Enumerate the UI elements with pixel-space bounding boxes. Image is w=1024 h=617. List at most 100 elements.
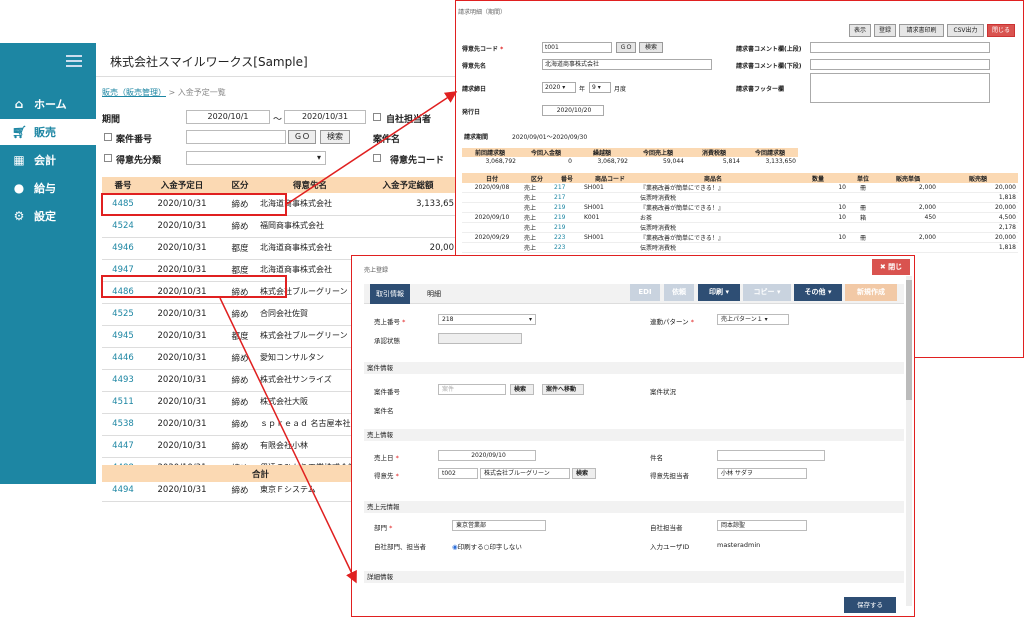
edi-button[interactable]: EDI (630, 284, 660, 301)
own-staff-checkbox[interactable] (373, 113, 381, 121)
case-search-button[interactable]: 検索 (510, 384, 534, 395)
search-button[interactable]: 検索 (320, 130, 350, 144)
show-button[interactable]: 表示 (849, 24, 871, 37)
tab-transaction[interactable]: 取引情報 (370, 284, 410, 304)
col-header-date[interactable]: 入金予定日 (144, 177, 220, 193)
request-button[interactable]: 依頼 (664, 284, 694, 301)
case-move-button[interactable]: 案件へ移動 (542, 384, 584, 395)
close-button[interactable]: 閉じる (987, 24, 1015, 37)
search-button[interactable]: 検索 (639, 42, 663, 53)
dept-label: 部門 * (374, 522, 392, 532)
detail-cell: SH001 (582, 183, 638, 193)
detail-cell[interactable]: 223 (552, 242, 582, 253)
table-row[interactable]: 4524 2020/10/31 締め 福岡商事株式会社 (102, 215, 456, 238)
other-button[interactable]: その他 ▾ (794, 284, 842, 301)
cell-number[interactable]: 4447 (102, 435, 144, 458)
new-button[interactable]: 新規作成 (845, 284, 897, 301)
print-button[interactable]: 印刷 ▾ (698, 284, 740, 301)
sidebar-item-home[interactable]: ⌂ ホーム (0, 91, 96, 117)
footer-textarea[interactable] (810, 73, 990, 103)
col-header-type[interactable]: 区分 (220, 177, 260, 193)
label-text: 売上日 (374, 454, 394, 462)
sale-date-input[interactable]: 2020/09/10 (438, 450, 536, 461)
detail-row: 売上 217 伝票時消費税 1,818 (462, 192, 1018, 203)
own-staff-input[interactable]: 岡本諒聖 (717, 520, 807, 531)
issue-date-input[interactable]: 2020/10/20 (542, 105, 604, 116)
required-mark: * (387, 524, 393, 532)
cell-number[interactable]: 4446 (102, 347, 144, 370)
print-invoice-button[interactable]: 請求書印刷 (899, 24, 944, 37)
detail-cell: 冊 (848, 202, 878, 213)
save-button[interactable]: 保存する (844, 597, 896, 613)
detail-header: 商品名 (638, 173, 788, 183)
breadcrumb-link[interactable]: 販売（販売管理） (102, 88, 166, 97)
detail-cell: 20,000 (938, 183, 1018, 193)
cell-number[interactable]: 4494 (102, 479, 144, 502)
period-from-input[interactable]: 2020/10/1 (186, 110, 270, 124)
go-button[interactable]: ＧＯ (616, 42, 636, 53)
go-button[interactable]: ＧＯ (288, 130, 316, 144)
customer-code-input[interactable]: t001 (542, 42, 612, 53)
detail-cell: 伝票時消費税 (638, 242, 788, 253)
comment-top-input[interactable] (810, 42, 990, 53)
sale-date-label: 売上日 * (374, 452, 399, 462)
cell-number[interactable]: 4511 (102, 391, 144, 414)
customer-code-checkbox[interactable] (373, 154, 381, 162)
comment-bottom-input[interactable] (810, 59, 990, 70)
cell-number[interactable]: 4945 (102, 325, 144, 348)
detail-cell[interactable]: 219 (552, 222, 582, 233)
col-header-number[interactable]: 番号 (102, 177, 144, 193)
customer-search-button[interactable]: 検索 (572, 468, 596, 479)
detail-cell[interactable]: 217 (552, 192, 582, 203)
detail-cell (788, 192, 848, 203)
detail-cell: 2,000 (878, 202, 938, 213)
sidebar-item-sales[interactable]: 🛒︎ 販売 (0, 119, 96, 145)
case-no-input[interactable]: 案件 (438, 384, 506, 395)
cell-number[interactable]: 4946 (102, 237, 144, 260)
detail-cell[interactable]: 219 (552, 212, 582, 223)
register-button[interactable]: 登録 (874, 24, 896, 37)
sidebar-item-payroll[interactable]: ● 給与 (0, 175, 96, 201)
detail-cell: 売上 (522, 192, 552, 203)
customer-name-input[interactable]: 北海道商事株式会社 (542, 59, 712, 70)
cell-number[interactable]: 4493 (102, 369, 144, 392)
sale-no-select[interactable]: 218 ▾ (438, 314, 536, 325)
month-select[interactable]: 9 ▾ (589, 82, 611, 93)
csv-export-button[interactable]: CSV出力 (947, 24, 984, 37)
case-no-checkbox[interactable] (104, 133, 112, 141)
cell-number[interactable]: 4525 (102, 303, 144, 326)
menu-icon[interactable] (66, 55, 82, 67)
sidebar-item-settings[interactable]: ⚙ 設定 (0, 203, 96, 229)
customer-staff-input[interactable]: 小林 サダヲ (717, 468, 807, 479)
col-header-customer[interactable]: 得意先名 (260, 177, 360, 193)
detail-cell: 『業務改善が簡単にできる！』 (638, 232, 788, 243)
close-button[interactable]: ✖ 閉じ (872, 259, 910, 275)
copy-button[interactable]: コピー ▾ (743, 284, 791, 301)
link-pattern-select[interactable]: 売上パターン１ ▾ (717, 314, 789, 325)
customer-code-input[interactable]: t002 (438, 468, 478, 479)
approval-label: 承認状態 (374, 337, 400, 345)
detail-cell[interactable]: 223 (552, 232, 582, 243)
window-title: 請求明細（期間） (458, 9, 507, 16)
subject-input[interactable] (717, 450, 825, 461)
cell-number[interactable]: 4524 (102, 215, 144, 238)
scrollbar[interactable] (906, 276, 912, 606)
tab-details[interactable]: 明細 (414, 284, 454, 304)
sidebar-item-accounting[interactable]: ▦ 会計 (0, 147, 96, 173)
cell-number[interactable]: 4538 (102, 413, 144, 436)
case-no-input[interactable] (186, 130, 286, 144)
dept-input[interactable]: 東京営業部 (452, 520, 546, 531)
period-to-input[interactable]: 2020/10/31 (284, 110, 366, 124)
detail-cell (788, 242, 848, 253)
customer-name-input[interactable]: 株式会社ブルーグリーン (480, 468, 570, 479)
detail-cell: SH001 (582, 232, 638, 243)
customer-class-select[interactable]: ▾ (186, 151, 326, 165)
detail-cell[interactable]: 219 (552, 202, 582, 213)
sale-no-value: 218 (442, 316, 454, 323)
own-staff-label: 自社担当者 (650, 524, 683, 532)
customer-class-checkbox[interactable] (104, 154, 112, 162)
col-header-amount[interactable]: 入金予定総額 (360, 177, 456, 193)
year-select[interactable]: 2020 ▾ (542, 82, 576, 93)
page-header: 株式会社スマイルワークス[Sample] (96, 43, 456, 77)
detail-cell[interactable]: 217 (552, 183, 582, 193)
